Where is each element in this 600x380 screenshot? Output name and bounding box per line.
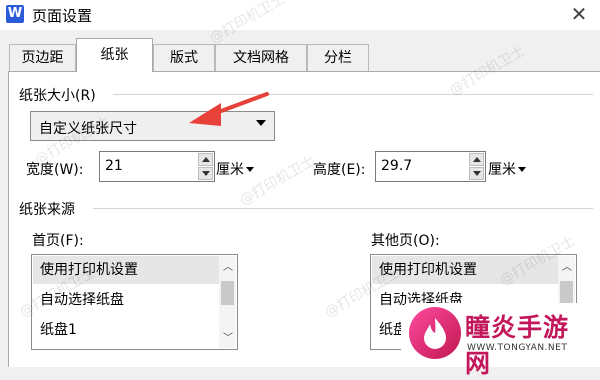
- first-page-listbox[interactable]: 使用打印机设置 自动选择纸盘 纸盘1 ︿ ﹀: [31, 254, 238, 350]
- list-item[interactable]: 使用打印机设置: [372, 256, 558, 284]
- first-page-label: 首页(F):: [32, 233, 84, 249]
- tab-paper[interactable]: 纸张: [76, 38, 153, 72]
- paper-size-value: 自定义纸张尺寸: [39, 121, 137, 137]
- height-label: 高度(E):: [313, 162, 366, 178]
- arrow-up-icon: [202, 157, 210, 162]
- arrow-down-icon: [473, 171, 481, 176]
- tab-strip: 页边距 纸张 版式 文档网格 分栏: [0, 38, 600, 72]
- flame-logo-icon: [409, 307, 461, 359]
- paper-size-label: 纸张大小(R): [19, 85, 100, 105]
- height-increment-button[interactable]: [469, 153, 484, 166]
- tab-layout[interactable]: 版式: [153, 44, 215, 71]
- width-label: 宽度(W):: [26, 162, 84, 178]
- height-unit: 厘米: [488, 162, 516, 178]
- first-page-scrollbar[interactable]: ︿ ﹀: [219, 256, 236, 348]
- width-increment-button[interactable]: [198, 153, 213, 166]
- arrow-down-icon: [202, 171, 210, 176]
- title-bar: W 页面设置 ✕: [0, 0, 600, 30]
- arrow-up-icon: [473, 157, 481, 162]
- width-value: 21: [105, 158, 123, 174]
- caret-down-icon: [518, 167, 526, 172]
- scroll-thumb[interactable]: [560, 281, 573, 305]
- site-brand-badge: 瞳炎手游网 WWW.TONGYAN.NET: [401, 303, 593, 378]
- chevron-up-icon[interactable]: ︿: [562, 263, 572, 273]
- tab-margins[interactable]: 页边距: [9, 44, 76, 71]
- dialog-title: 页面设置: [32, 7, 93, 25]
- paper-source-label: 纸张来源: [19, 199, 79, 219]
- list-item[interactable]: 纸盘1: [33, 316, 219, 344]
- width-unit-dropdown[interactable]: 厘米: [216, 159, 254, 179]
- height-decrement-button[interactable]: [469, 167, 484, 180]
- tab-columns[interactable]: 分栏: [307, 44, 369, 71]
- height-value: 29.7: [381, 158, 413, 174]
- chevron-up-icon[interactable]: ︿: [223, 263, 233, 273]
- chevron-down-icon[interactable]: ﹀: [223, 334, 233, 344]
- height-spinner[interactable]: 29.7: [375, 151, 486, 182]
- caret-down-icon: [246, 167, 254, 172]
- wps-writer-icon: W: [6, 5, 24, 23]
- height-unit-dropdown[interactable]: 厘米: [488, 159, 526, 179]
- paper-source-divider: [93, 208, 593, 209]
- scroll-thumb[interactable]: [221, 281, 234, 305]
- brand-url: WWW.TONGYAN.NET: [467, 343, 568, 353]
- width-spinner[interactable]: 21: [99, 151, 215, 182]
- close-button[interactable]: ✕: [566, 2, 592, 26]
- list-item[interactable]: 自动选择纸盘: [33, 286, 219, 314]
- other-pages-label: 其他页(O):: [371, 233, 440, 249]
- annotation-arrow-icon: [189, 92, 269, 126]
- list-item[interactable]: 使用打印机设置: [33, 256, 219, 284]
- tab-document-grid[interactable]: 文档网格: [215, 44, 307, 71]
- width-decrement-button[interactable]: [198, 167, 213, 180]
- width-unit: 厘米: [216, 162, 244, 178]
